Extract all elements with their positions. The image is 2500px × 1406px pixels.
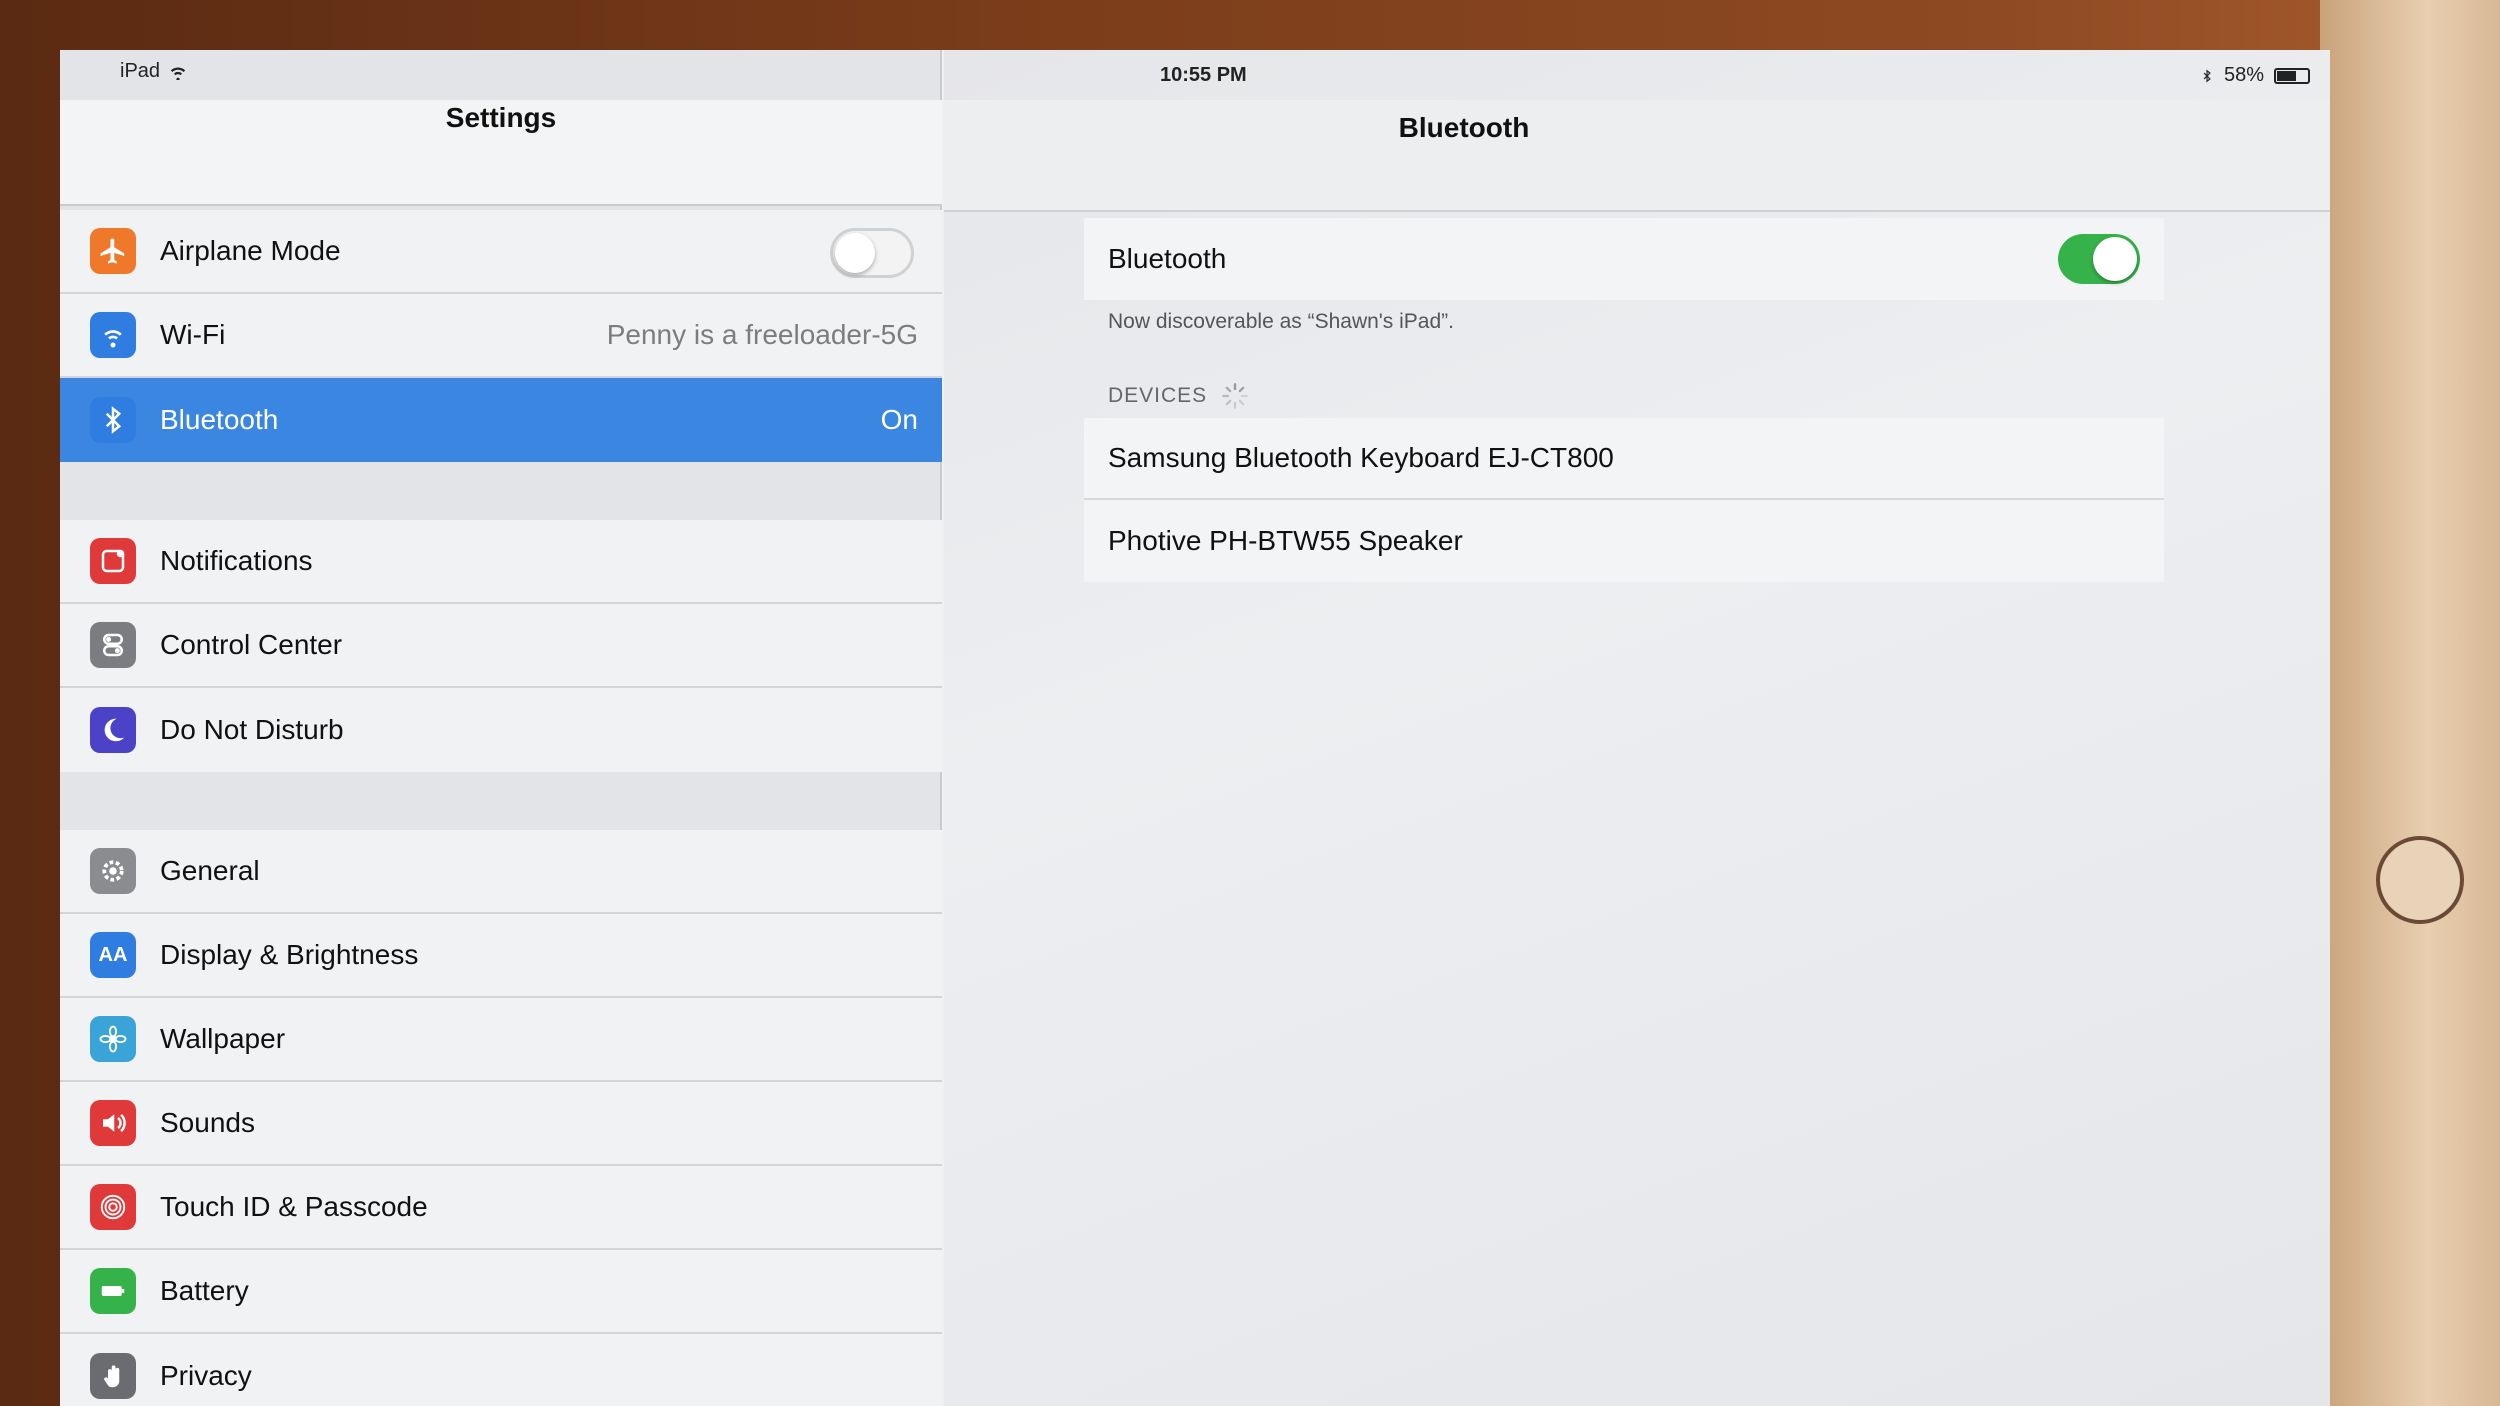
sidebar-item-label: Touch ID & Passcode	[160, 1191, 428, 1222]
ipad-screen: Settings Airplane Mode Wi-Fi Penny is a …	[60, 50, 2330, 1406]
sidebar-item-label: Airplane Mode	[160, 235, 341, 266]
sidebar-item-bluetooth[interactable]: Bluetooth On	[60, 378, 942, 462]
sidebar-item-notifications[interactable]: Notifications	[60, 520, 942, 604]
notifications-icon	[90, 538, 136, 584]
sidebar-item-airplane-mode[interactable]: Airplane Mode	[60, 210, 942, 294]
sidebar-title: Settings	[445, 102, 557, 133]
sidebar-item-label: Wallpaper	[160, 1023, 286, 1054]
wifi-signal-icon	[170, 67, 186, 80]
sidebar-item-battery[interactable]: Battery	[60, 1250, 942, 1334]
bluetooth-status: On	[880, 404, 918, 435]
sidebar-item-wifi[interactable]: Wi-Fi Penny is a freeloader-5G	[60, 294, 942, 378]
airplane-icon	[90, 228, 136, 274]
sidebar-item-wallpaper[interactable]: Wallpaper	[60, 998, 942, 1082]
sidebar-item-label: Sounds	[160, 1107, 255, 1138]
sidebar-item-control-center[interactable]: Control Center	[60, 604, 942, 688]
sidebar-item-label: Control Center	[160, 629, 343, 660]
device-row[interactable]: Samsung Bluetooth Keyboard EJ-CT800	[1084, 418, 2164, 500]
device-row[interactable]: Photive PH-BTW55 Speaker	[1084, 500, 2164, 582]
loading-spinner-icon	[1222, 383, 1249, 409]
bluetooth-icon	[90, 397, 136, 443]
device-name: Samsung Bluetooth Keyboard EJ-CT800	[1108, 442, 1614, 473]
airplane-mode-toggle[interactable]	[830, 228, 914, 278]
home-button[interactable]	[2376, 836, 2464, 924]
settings-sidebar: Settings Airplane Mode Wi-Fi Penny is a …	[60, 50, 942, 1406]
sidebar-item-privacy[interactable]: Privacy	[60, 1334, 942, 1406]
speaker-icon	[90, 1100, 136, 1146]
status-bar-left: iPad	[120, 60, 188, 83]
battery-level-icon	[2274, 67, 2310, 84]
devices-section-header: DEVICES	[1108, 382, 1249, 410]
status-bar: iPad 10:55 PM 58%	[60, 50, 2330, 100]
sidebar-item-general[interactable]: General	[60, 830, 942, 914]
bluetooth-toggle-label: Bluetooth	[1108, 243, 1227, 274]
wallpaper-icon	[90, 1016, 136, 1062]
sidebar-item-label: Bluetooth	[160, 404, 279, 435]
device-name: Photive PH-BTW55 Speaker	[1108, 525, 1463, 556]
sidebar-item-label: Notifications	[160, 545, 313, 576]
bluetooth-detail-pane: Bluetooth Bluetooth Now discoverable as …	[944, 50, 2330, 1406]
sidebar-item-label: General	[160, 855, 260, 886]
device-frame-edge	[2320, 0, 2500, 1406]
toggle-knob	[835, 233, 875, 273]
toggle-knob	[2093, 237, 2137, 281]
wifi-icon	[90, 312, 136, 358]
battery-icon	[90, 1268, 136, 1314]
sidebar-item-label: Display & Brightness	[160, 939, 419, 970]
sidebar-item-label: Battery	[160, 1275, 249, 1306]
sidebar-item-touch-id[interactable]: Touch ID & Passcode	[60, 1166, 942, 1250]
devices-header-label: DEVICES	[1108, 384, 1208, 407]
settings-group-general: General AA Display & Brightness Wallpape…	[60, 830, 942, 1406]
status-bar-right: 58%	[2200, 64, 2310, 87]
fingerprint-icon	[90, 1184, 136, 1230]
hand-icon	[90, 1353, 136, 1399]
wifi-network-name: Penny is a freeloader-5G	[606, 319, 918, 350]
status-time: 10:55 PM	[1160, 64, 1247, 86]
settings-group-connectivity: Airplane Mode Wi-Fi Penny is a freeloade…	[60, 210, 942, 462]
settings-group-notifications: Notifications Control Center Do Not Dist…	[60, 520, 942, 772]
sidebar-item-label: Privacy	[160, 1360, 252, 1391]
gear-icon	[90, 848, 136, 894]
moon-icon	[90, 707, 136, 753]
bluetooth-status-icon	[2203, 69, 2211, 82]
bluetooth-toggle-card: Bluetooth	[1084, 218, 2164, 300]
sidebar-item-label: Wi-Fi	[160, 319, 226, 350]
sidebar-item-label: Do Not Disturb	[160, 714, 344, 745]
bluetooth-toggle[interactable]	[2058, 234, 2140, 284]
sidebar-item-sounds[interactable]: Sounds	[60, 1082, 942, 1166]
bluetooth-toggle-row: Bluetooth	[1084, 218, 2164, 300]
devices-list: Samsung Bluetooth Keyboard EJ-CT800 Phot…	[1084, 418, 2164, 582]
battery-percent: 58%	[2223, 64, 2264, 86]
discoverable-note: Now discoverable as “Shawn's iPad”.	[1108, 310, 1454, 333]
display-icon: AA	[90, 932, 136, 978]
detail-title: Bluetooth	[1398, 112, 1530, 143]
sidebar-item-do-not-disturb[interactable]: Do Not Disturb	[60, 688, 942, 772]
sidebar-item-display-brightness[interactable]: AA Display & Brightness	[60, 914, 942, 998]
device-label: iPad	[120, 60, 161, 82]
control-center-icon	[90, 622, 136, 668]
